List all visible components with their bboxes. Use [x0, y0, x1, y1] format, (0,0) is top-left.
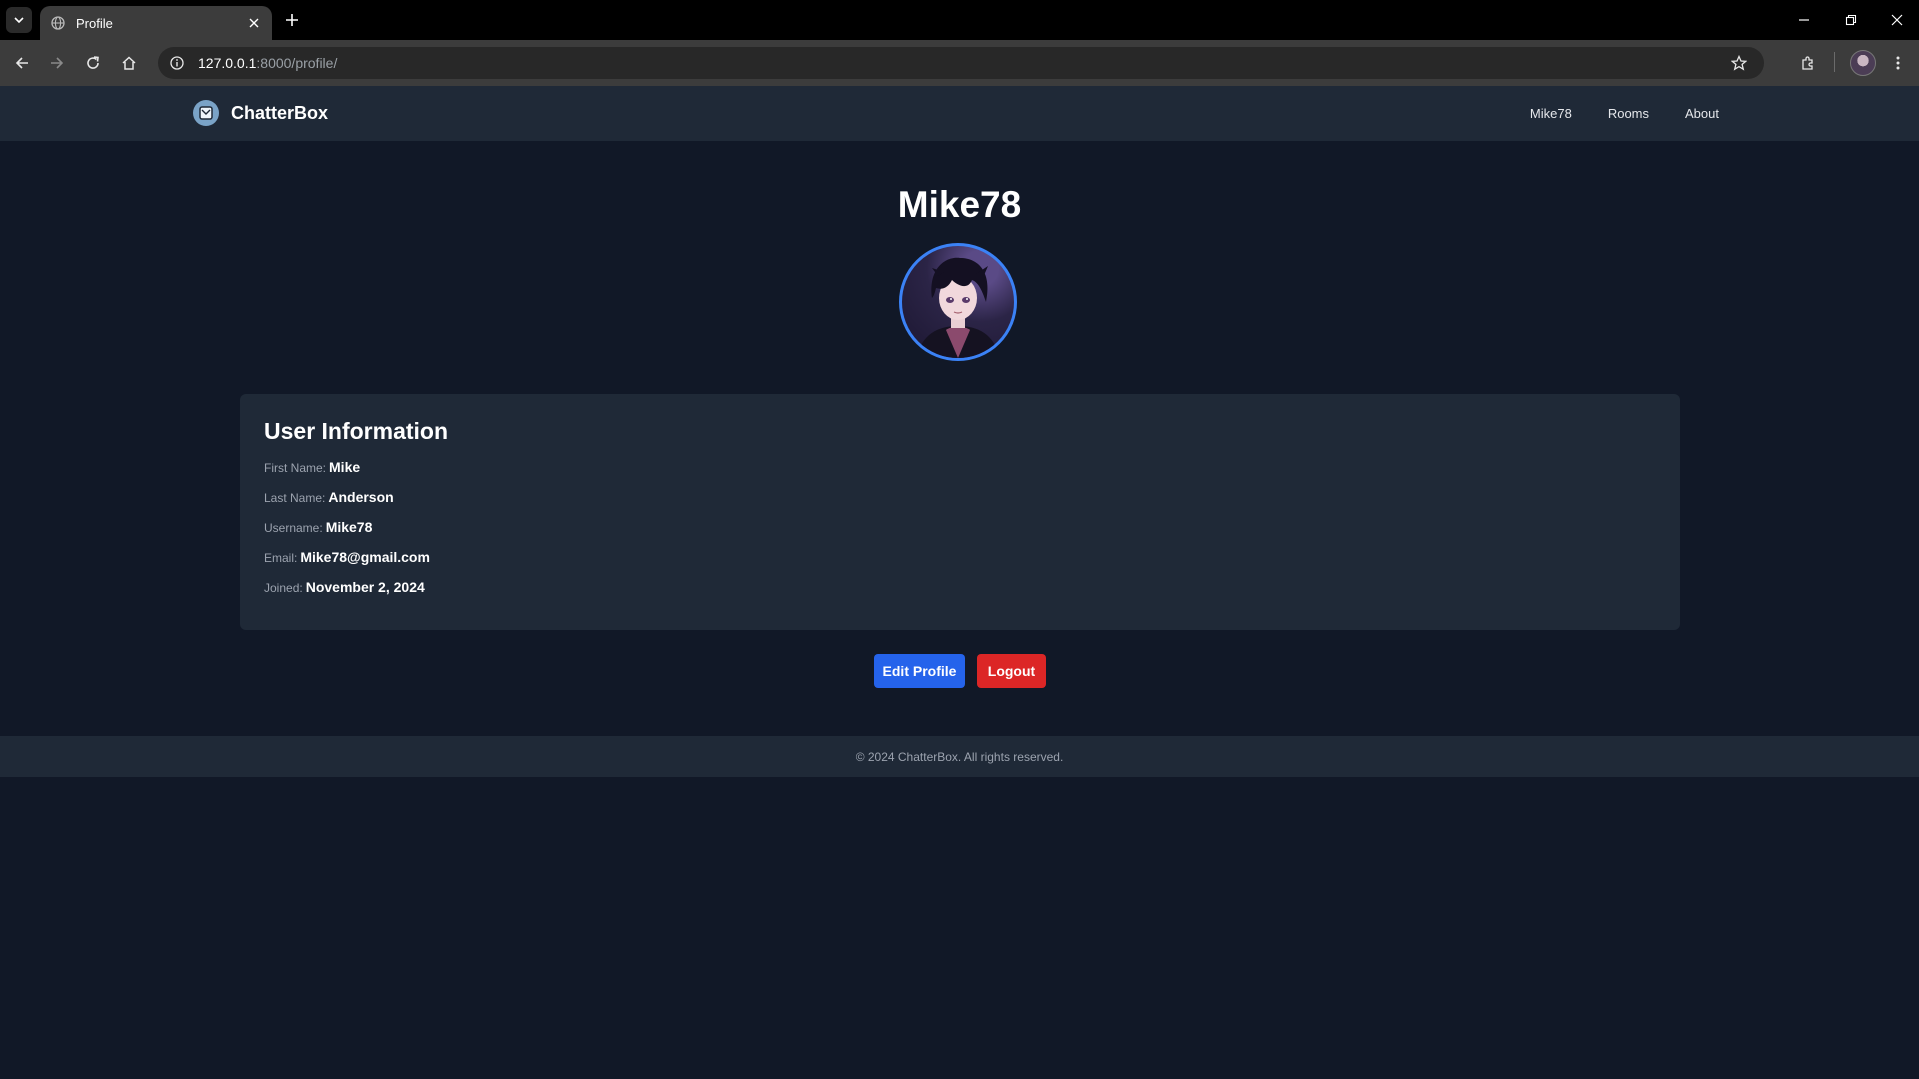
home-icon[interactable]	[117, 51, 141, 75]
page-title: Mike78	[897, 184, 1022, 225]
field-email: Email: Mike78@gmail.com	[264, 549, 430, 565]
close-icon[interactable]	[244, 13, 264, 33]
address-bar[interactable]: 127.0.0.1:8000/profile/	[158, 47, 1764, 79]
info-icon[interactable]	[168, 54, 186, 72]
field-last-name: Last Name: Anderson	[264, 489, 394, 505]
field-value: Anderson	[328, 489, 394, 505]
reload-icon[interactable]	[81, 51, 105, 75]
field-joined: Joined: November 2, 2024	[264, 579, 425, 595]
browser-tabbar: Profile	[0, 0, 1919, 40]
field-value: Mike78@gmail.com	[300, 549, 430, 565]
field-label: Last Name:	[264, 491, 326, 505]
brand-name: ChatterBox	[231, 102, 329, 123]
edit-profile-button[interactable]: Edit Profile	[874, 654, 965, 688]
star-icon[interactable]	[1728, 52, 1750, 74]
field-first-name: First Name: Mike	[264, 459, 360, 475]
tab-title: Profile	[76, 15, 113, 31]
extensions-icon[interactable]	[1796, 51, 1820, 75]
mail-icon	[193, 100, 219, 126]
plus-icon[interactable]	[282, 10, 302, 30]
nav-link-about[interactable]: About	[1685, 106, 1719, 121]
restore-icon[interactable]	[1836, 8, 1866, 32]
field-label: Joined:	[264, 581, 303, 595]
footer-copyright: © 2024 ChatterBox. All rights reserved.	[855, 749, 1064, 764]
toolbar-divider	[1834, 52, 1835, 72]
brand-link[interactable]: ChatterBox	[193, 100, 328, 126]
footer: © 2024 ChatterBox. All rights reserved.	[0, 736, 1919, 777]
site-navbar: ChatterBox Mike78 Rooms About	[0, 86, 1919, 141]
field-label: Username:	[264, 521, 323, 535]
field-username: Username: Mike78	[264, 519, 372, 535]
nav-link-rooms[interactable]: Rooms	[1608, 106, 1649, 121]
logout-button[interactable]: Logout	[977, 654, 1046, 688]
browser-profile-avatar[interactable]	[1850, 50, 1876, 76]
menu-icon[interactable]	[1886, 51, 1910, 75]
browser-tab[interactable]: Profile	[40, 6, 272, 40]
url-host: 127.0.0.1	[198, 55, 257, 71]
back-icon[interactable]	[10, 51, 34, 75]
field-label: First Name:	[264, 461, 327, 475]
nav-link-user[interactable]: Mike78	[1530, 106, 1572, 121]
browser-toolbar: 127.0.0.1:8000/profile/	[0, 40, 1919, 86]
url-text: 127.0.0.1:8000/profile/	[198, 55, 1728, 71]
section-heading: User Information	[264, 418, 449, 444]
globe-icon	[50, 15, 66, 31]
field-label: Email:	[264, 551, 298, 565]
nav-links: Mike78 Rooms About	[1530, 86, 1719, 141]
field-value: November 2, 2024	[305, 579, 425, 595]
close-icon[interactable]	[1882, 8, 1912, 32]
avatar	[899, 243, 1017, 361]
forward-icon[interactable]	[45, 51, 69, 75]
user-info-card: User Information First Name: Mike Last Na…	[240, 394, 1680, 630]
minimize-icon[interactable]	[1789, 8, 1819, 32]
field-value: Mike	[329, 459, 361, 475]
tab-list-icon[interactable]	[6, 7, 32, 33]
field-value: Mike78	[325, 519, 373, 535]
url-path: :8000/profile/	[256, 55, 338, 71]
